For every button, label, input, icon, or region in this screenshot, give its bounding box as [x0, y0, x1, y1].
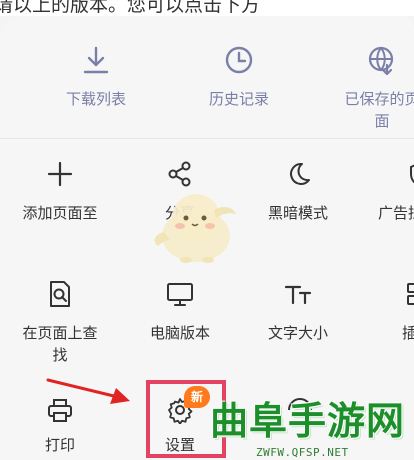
text-size-icon — [280, 276, 316, 312]
menu-item-text-size[interactable]: 文字大小 — [248, 276, 348, 344]
menu-item-ad-block[interactable]: 广告拦 — [350, 156, 414, 224]
red-arrow-annotation — [46, 378, 130, 404]
clock-icon — [221, 42, 257, 78]
print-label: 打印 — [44, 436, 75, 454]
desktop-version-label: 电脑版本 — [149, 324, 210, 342]
download-icon — [78, 42, 114, 78]
history-label: 历史记录 — [208, 90, 269, 108]
watermark-url: ZWFW.QFSP.NET — [256, 446, 349, 459]
watermark: 曲阜手游网 ZWFW.QFSP.NET — [210, 400, 414, 460]
menu-item-desktop-version[interactable]: 电脑版本 — [130, 276, 230, 344]
menu-item-find-in-page[interactable]: 在页面上查 找 — [10, 276, 110, 366]
dark-mode-label: 黑暗模式 — [267, 204, 328, 222]
extensions-label: 插 — [402, 324, 414, 342]
menu-item-dark-mode[interactable]: 黑暗模式 — [248, 156, 348, 224]
plus-icon — [42, 156, 78, 192]
background-text: 请以上的版本。您可以点击下方 — [0, 0, 261, 16]
menu-item-saved-pages[interactable]: 已保存的页 面 — [332, 42, 414, 132]
new-badge: 新 — [184, 386, 210, 408]
find-in-page-icon — [42, 276, 78, 312]
menu-item-add-page[interactable]: 添加页面至 — [10, 156, 110, 224]
background-page-text: 请以上的版本。您可以点击下方 — [0, 0, 414, 16]
extension-icon — [400, 276, 414, 312]
menu-item-downloads[interactable]: 下载列表 — [46, 42, 146, 110]
desktop-icon — [162, 276, 198, 312]
add-page-label: 添加页面至 — [22, 204, 98, 222]
ad-block-label: 广告拦 — [378, 204, 414, 222]
find-in-page-label: 在页面上查 找 — [22, 324, 98, 364]
menu-item-extensions[interactable]: 插 — [350, 276, 414, 344]
saved-page-globe-icon — [364, 42, 400, 78]
shield-icon — [402, 156, 414, 192]
menu-item-history[interactable]: 历史记录 — [189, 42, 289, 110]
saved-pages-label: 已保存的页 面 — [344, 90, 414, 130]
moon-icon — [280, 156, 316, 192]
watermark-title: 曲阜手游网 — [210, 399, 406, 443]
mascot-bird-illustration — [154, 194, 236, 263]
divider — [0, 138, 414, 139]
downloads-label: 下载列表 — [65, 90, 126, 108]
text-size-label: 文字大小 — [267, 324, 328, 342]
